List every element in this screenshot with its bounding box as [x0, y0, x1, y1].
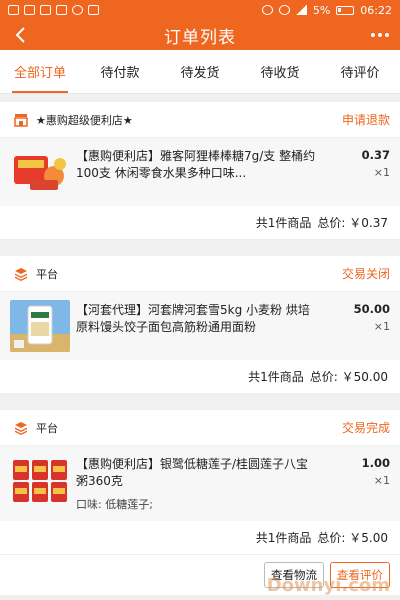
order-summary: 共1件商品 总价: ￥0.37: [0, 206, 400, 240]
tab-all-orders[interactable]: 全部订单: [0, 50, 80, 93]
store-name: 平台: [36, 267, 58, 281]
item-count: 共1件商品: [255, 531, 312, 545]
product-image: [10, 454, 70, 506]
weibo-icon: [72, 5, 83, 15]
order-status[interactable]: 申请退款: [342, 111, 390, 128]
store-name: ★惠购超级便利店★: [36, 113, 133, 127]
product-quantity: ×1: [373, 320, 390, 333]
back-icon[interactable]: [0, 20, 40, 50]
item-count: 共1件商品: [248, 370, 304, 384]
page-title: 订单列表: [164, 27, 236, 48]
order-list: ★惠购超级便利店★ 申请退款 【惠购便利店】雅客阿狸棒棒糖7g/支 整桶约100…: [0, 94, 400, 595]
tab-pending-receipt[interactable]: 待收货: [240, 50, 320, 93]
order-tabs: 全部订单 待付款 待发货 待收货 待评价: [0, 50, 400, 94]
order-status: 交易关闭: [341, 267, 390, 281]
tab-pending-review[interactable]: 待评价: [320, 50, 400, 93]
product-title: 【惠购便利店】雅客阿狸棒棒糖7g/支 整桶约100支 休闲零食水果多种口味...: [76, 149, 316, 180]
order-status: 交易完成: [341, 421, 390, 435]
more-icon[interactable]: [360, 33, 400, 37]
message-icon: [40, 5, 51, 15]
image-icon: [24, 5, 35, 15]
order-total: 总价: ￥0.37: [317, 216, 388, 230]
battery-percent: 5%: [312, 3, 331, 17]
app-icon: [56, 5, 67, 15]
product-price: 50.00: [353, 302, 390, 316]
platform-icon: [14, 421, 28, 435]
item-count: 共1件商品: [255, 216, 312, 230]
wifi-icon: [278, 5, 290, 15]
store-icon: [14, 113, 28, 127]
product-image: [10, 146, 70, 198]
order-actions: 查看物流 查看评价: [0, 555, 400, 595]
order-card: ★惠购超级便利店★ 申请退款 【惠购便利店】雅客阿狸棒棒糖7g/支 整桶约100…: [0, 102, 400, 240]
order-total: 总价: ￥50.00: [309, 370, 388, 384]
view-logistics-button[interactable]: 查看物流: [264, 562, 324, 588]
view-review-button[interactable]: 查看评价: [330, 562, 390, 588]
order-total: 总价: ￥5.00: [317, 531, 388, 545]
tab-pending-shipment[interactable]: 待发货: [160, 50, 240, 93]
product-title: 【河套代理】河套牌河套雪5kg 小麦粉 烘培原料馒头饺子面包高筋粉通用面粉: [76, 303, 310, 334]
order-header[interactable]: 平台 交易完成: [0, 410, 400, 446]
product-price: 0.37: [361, 148, 390, 162]
product-price: 1.00: [361, 456, 390, 470]
notification-icon: [8, 5, 19, 15]
product-image: [10, 300, 70, 352]
order-item[interactable]: 【惠购便利店】雅客阿狸棒棒糖7g/支 整桶约100支 休闲零食水果多种口味...…: [0, 138, 400, 206]
product-attribute: 口味: 低糖莲子;: [76, 498, 153, 511]
clock: 06:22: [360, 3, 392, 17]
tab-pending-payment[interactable]: 待付款: [80, 50, 160, 93]
product-quantity: ×1: [373, 474, 390, 487]
order-header[interactable]: 平台 交易关闭: [0, 256, 400, 292]
order-item[interactable]: 【惠购便利店】银鹭低糖莲子/桂圆莲子八宝粥360克 口味: 低糖莲子; 1.00…: [0, 446, 400, 521]
signal-icon: [295, 5, 307, 15]
order-item[interactable]: 【河套代理】河套牌河套雪5kg 小麦粉 烘培原料馒头饺子面包高筋粉通用面粉 50…: [0, 292, 400, 360]
title-bar: 订单列表: [0, 20, 400, 50]
order-card: 平台 交易关闭 【河套代理】河套牌河套雪5kg 小麦粉 烘培原料馒头饺子面包高筋…: [0, 256, 400, 394]
mute-icon: [261, 5, 273, 15]
product-title: 【惠购便利店】银鹭低糖莲子/桂圆莲子八宝粥360克: [76, 457, 309, 488]
store-name: 平台: [36, 421, 58, 435]
battery-icon: [336, 5, 355, 15]
platform-icon: [14, 267, 28, 281]
order-header[interactable]: ★惠购超级便利店★ 申请退款: [0, 102, 400, 138]
status-bar: 5% 06:22: [0, 0, 400, 20]
order-summary: 共1件商品 总价: ￥50.00: [0, 360, 400, 394]
product-quantity: ×1: [373, 166, 390, 179]
order-card: 平台 交易完成 【惠购便利店】银鹭低糖莲子/桂圆莲子八宝粥360克 口味: 低糖…: [0, 410, 400, 595]
mail-icon: [88, 5, 99, 15]
order-summary: 共1件商品 总价: ￥5.00: [0, 521, 400, 555]
